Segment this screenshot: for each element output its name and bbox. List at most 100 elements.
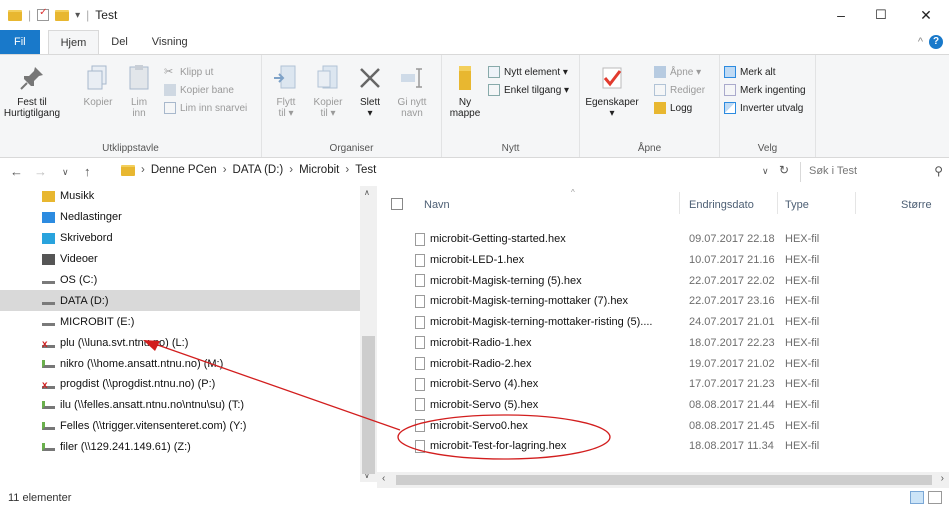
videos-folder-icon — [42, 253, 55, 265]
drive-icon — [42, 318, 55, 326]
copy-button[interactable]: Kopier — [80, 63, 116, 108]
file-row[interactable]: microbit-Radio-2.hex 19.07.2017 21.02 HEX-… — [377, 353, 949, 374]
tab-file[interactable]: Fil — [0, 30, 40, 54]
nav-item[interactable]: filer (\\129.241.149.61) (Z:) — [0, 437, 360, 458]
file-row[interactable]: microbit-Servo (5).hex 08.08.2017 21.44 HE… — [377, 395, 949, 416]
navigation-scroll-thumb[interactable] — [362, 336, 375, 474]
properties-button[interactable]: Egenskaper ▾ — [585, 63, 639, 119]
details-view-icon[interactable] — [910, 491, 924, 504]
history-button[interactable]: Logg — [654, 99, 705, 117]
maximize-button[interactable]: ☐ — [858, 0, 904, 30]
pin-quick-access-button[interactable]: Fest til Hurtigtilgang — [4, 63, 60, 119]
up-icon[interactable]: ↑ — [84, 164, 91, 179]
select-all-checkbox[interactable] — [391, 198, 403, 210]
nav-item[interactable]: x progdist (\\progdist.ntnu.no) (P:) — [0, 374, 360, 395]
rename-button[interactable]: Gi nytt navn — [392, 63, 432, 119]
properties-icon — [602, 67, 622, 89]
help-icon[interactable]: ? — [927, 30, 949, 54]
file-name: microbit-Magisk-terning-mottaker (7).hex — [430, 295, 629, 308]
scroll-left-icon[interactable]: ‹ — [382, 473, 385, 484]
rename-label: Gi nytt navn — [397, 97, 427, 119]
select-none-button[interactable]: Merk ingenting — [724, 81, 806, 99]
edit-button[interactable]: Rediger — [654, 81, 705, 99]
tab-home[interactable]: Hjem — [47, 30, 100, 54]
organize-group: Flytt til ▾ Kopier til ▾ Slett ▾ Gi nytt… — [262, 55, 442, 157]
new-item-icon — [488, 66, 500, 78]
nav-item-label: ilu (\\felles.ansatt.ntnu.no\ntnu\su) (T… — [60, 399, 245, 412]
file-name: microbit-Magisk-terning-mottaker-risting… — [430, 316, 653, 329]
nav-item[interactable]: Skrivebord — [0, 228, 360, 249]
file-row[interactable]: microbit-Radio-1.hex 18.07.2017 22.23 HEX-… — [377, 333, 949, 354]
paste-button[interactable]: Lim inn — [122, 63, 156, 119]
new-folder-button[interactable]: Ny mappe — [448, 63, 482, 119]
column-name[interactable]: Navn — [424, 199, 450, 211]
easy-access-button[interactable]: Enkel tilgang ▾ — [488, 81, 569, 99]
crumb-data-drive[interactable]: DATA (D:) — [233, 164, 284, 176]
horizontal-scroll-thumb[interactable] — [396, 475, 932, 485]
file-row[interactable]: microbit-Magisk-terning (5).hex 22.07.201… — [377, 270, 949, 291]
nav-item[interactable]: x plu (\\luna.svt.ntnu.no) (L:) — [0, 332, 360, 353]
file-row[interactable]: microbit-Magisk-terning-mottaker-risting… — [377, 312, 949, 333]
select-group-label: Velg — [757, 143, 778, 154]
invert-selection-button[interactable]: Inverter utvalg — [724, 99, 806, 117]
select-all-button[interactable]: Merk alt — [724, 63, 806, 81]
chevron-right-icon[interactable]: › — [223, 164, 227, 176]
forward-icon[interactable]: → — [34, 164, 47, 179]
customize-toolbar-icon[interactable]: ▾ — [75, 10, 80, 21]
column-date[interactable]: Endringsdato — [689, 199, 754, 211]
paste-shortcut-button[interactable]: Lim inn snarvei — [164, 99, 247, 117]
recent-locations-icon[interactable]: ∨ — [62, 167, 69, 178]
crumb-microbit[interactable]: Microbit — [299, 164, 339, 176]
nav-item[interactable]: ilu (\\felles.ansatt.ntnu.no\ntnu\su) (T… — [0, 395, 360, 416]
cut-button[interactable]: ✂ Klipp ut — [164, 63, 247, 81]
search-input[interactable]: Søk i Test ⚲ — [800, 162, 949, 182]
file-row[interactable]: microbit-Getting-started.hex 09.07.2017 2… — [377, 229, 949, 250]
crumb-test[interactable]: Test — [355, 164, 376, 176]
chevron-right-icon[interactable]: › — [289, 164, 293, 176]
file-row[interactable]: microbit-Servo (4).hex 17.07.2017 21.23 HE… — [377, 374, 949, 395]
nav-item[interactable]: DATA (D:) — [0, 290, 360, 312]
open-button[interactable]: Åpne ▾ — [654, 63, 705, 81]
edit-icon — [654, 84, 666, 96]
breadcrumb[interactable]: › Denne PCen › DATA (D:) › Microbit › Te… — [121, 164, 376, 176]
refresh-icon[interactable]: ↻ — [779, 163, 789, 177]
file-row[interactable]: microbit-LED-1.hex 10.07.2017 21.16 HEX-fi… — [377, 250, 949, 271]
properties-quick-icon[interactable]: ✓ — [37, 7, 50, 21]
nav-item[interactable]: OS (C:) — [0, 270, 360, 291]
clipboard-small-buttons: ✂ Klipp ut Kopier bane Lim inn snarvei — [164, 63, 247, 117]
nav-item[interactable]: nikro (\\home.ansatt.ntnu.no) (M:) — [0, 353, 360, 374]
nav-item[interactable]: MICROBIT (E:) — [0, 311, 360, 332]
file-row[interactable]: microbit-Servo0.hex 08.08.2017 21.45 HEX-f… — [377, 415, 949, 436]
scroll-up-icon[interactable]: ∧ — [364, 188, 370, 197]
crumb-this-pc[interactable]: Denne PCen — [151, 164, 217, 176]
nav-item[interactable]: Videoer — [0, 249, 360, 270]
hex-file-icon — [415, 232, 425, 246]
new-folder-quick-icon[interactable] — [55, 9, 70, 21]
file-row[interactable]: microbit-Magisk-terning-mottaker (7).hex… — [377, 291, 949, 312]
item-count: 11 elementer — [8, 492, 72, 504]
tab-share[interactable]: Del — [99, 30, 140, 54]
file-row[interactable]: microbit-Test-for-lagring.hex 18.08.2017 … — [377, 436, 949, 457]
nav-item[interactable]: Musikk — [0, 186, 360, 207]
tab-view[interactable]: Visning — [140, 30, 200, 54]
sort-indicator-icon: ^ — [571, 188, 575, 197]
close-button[interactable]: ✕ — [903, 0, 949, 30]
chevron-right-icon[interactable]: › — [141, 164, 145, 176]
address-dropdown-icon[interactable]: ∨ — [762, 166, 769, 177]
nav-item[interactable]: Nedlastinger — [0, 207, 360, 228]
back-icon[interactable]: ← — [10, 164, 23, 179]
move-to-button[interactable]: Flytt til ▾ — [270, 63, 302, 119]
collapse-ribbon-icon[interactable]: ^ — [914, 30, 927, 54]
copy-path-button[interactable]: Kopier bane — [164, 81, 247, 99]
column-type[interactable]: Type — [785, 199, 809, 211]
scroll-right-icon[interactable]: › — [941, 473, 944, 484]
chevron-right-icon[interactable]: › — [345, 164, 349, 176]
invert-selection-icon — [724, 102, 736, 114]
nav-item[interactable]: Felles (\\trigger.vitensenteret.com) (Y:… — [0, 416, 360, 437]
file-name: microbit-Radio-1.hex — [430, 336, 532, 349]
column-size[interactable]: Større — [901, 199, 932, 211]
large-icons-view-icon[interactable] — [928, 491, 942, 504]
delete-button[interactable]: Slett ▾ — [354, 63, 386, 119]
copy-to-button[interactable]: Kopier til ▾ — [310, 63, 346, 119]
new-item-button[interactable]: Nytt element ▾ — [488, 63, 569, 81]
